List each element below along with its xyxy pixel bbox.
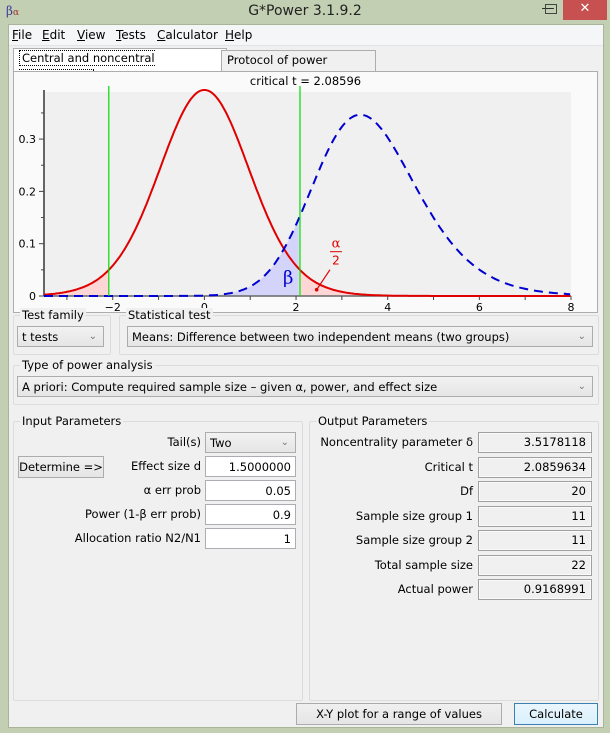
x-tick-label: 8: [568, 301, 575, 312]
output-label: Sample size group 2: [355, 533, 473, 547]
effect-size-label: Effect size d: [130, 459, 201, 473]
menu-file[interactable]: File: [12, 28, 32, 42]
alpha-label: α err prob: [143, 483, 201, 497]
statistical-test-group: Statistical test Means: Difference betwe…: [119, 308, 599, 355]
alpha-label-numerator: α: [332, 237, 341, 252]
output-label: Total sample size: [374, 557, 473, 572]
chevron-down-icon: ⌄: [577, 331, 586, 342]
output-label: Sample size group 1: [355, 508, 473, 523]
menu-edit[interactable]: Edit: [42, 28, 65, 42]
test-family-select[interactable]: t tests ⌄: [17, 326, 104, 347]
chevron-down-icon: ⌄: [577, 381, 586, 392]
alpha-pointer-dot: [314, 287, 319, 292]
x-tick-label: 6: [476, 301, 483, 312]
window-title: G*Power 3.1.9.2: [248, 3, 362, 19]
maximize-button[interactable]: [545, 4, 557, 14]
chevron-down-icon: ⌄: [88, 331, 97, 342]
beta-label: β: [283, 267, 293, 288]
power-analysis-value: A priori: Compute required sample size –…: [22, 380, 438, 394]
power-label: Power (1-β err prob): [85, 507, 201, 521]
test-family-label: Test family: [20, 308, 86, 322]
power-analysis-group: Type of power analysis A priori: Compute…: [13, 358, 599, 405]
calculate-button[interactable]: Calculate: [514, 703, 598, 725]
y-tick-label: 0.1: [19, 238, 37, 251]
power-input[interactable]: [205, 504, 296, 525]
y-tick-label: 0.3: [19, 133, 37, 146]
effect-size-input[interactable]: [205, 456, 296, 477]
xy-plot-button[interactable]: X-Y plot for a range of values: [296, 703, 502, 725]
main-window: File Edit View Tests Calculator Help Cen…: [8, 24, 604, 728]
output-label: Actual power: [397, 582, 473, 596]
test-family-group: Test family t tests ⌄: [13, 308, 111, 355]
output-label: Critical t: [424, 459, 473, 474]
input-parameters-group: Input Parameters Tail(s) Two ⌄ Determine …: [13, 414, 303, 701]
distribution-chart: 00.10.20.3−2 0 2 4 6 8βα2: [19, 86, 575, 312]
output-value: 2.0859634: [478, 456, 592, 478]
tails-value: Two: [210, 436, 232, 450]
test-family-value: t tests: [22, 330, 59, 344]
distribution-plot-panel: critical t = 2.08596 0 0.1 0.2 0.3 −2 0 2 4 6 8 β α…: [13, 71, 598, 313]
input-parameters-label: Input Parameters: [20, 414, 124, 428]
menu-calculator[interactable]: Calculator: [157, 28, 218, 42]
output-value: 11: [478, 505, 592, 527]
x-tick-label: −2: [105, 301, 121, 312]
plot-area: [44, 92, 571, 296]
title-bar: βα G*Power 3.1.9.2 — ✕: [0, 0, 610, 24]
output-value: 11: [478, 530, 592, 551]
output-value: 3.5178118: [478, 432, 592, 453]
menu-help[interactable]: Help: [225, 28, 252, 42]
menu-tests[interactable]: Tests: [116, 28, 146, 42]
output-label: Df: [460, 484, 473, 498]
menu-view[interactable]: View: [77, 28, 105, 42]
menu-bar: File Edit View Tests Calculator Help: [9, 25, 603, 46]
tails-label: Tail(s): [167, 435, 201, 449]
output-value: 20: [478, 481, 592, 502]
x-tick-label: 2: [293, 301, 300, 312]
statistical-test-value: Means: Difference between two independen…: [132, 330, 510, 344]
output-value: 22: [478, 554, 592, 576]
output-label: Noncentrality parameter δ: [320, 435, 473, 449]
tab-protocol[interactable]: Protocol of power analyses: [221, 50, 376, 86]
tails-select[interactable]: Two ⌄: [205, 432, 296, 453]
output-value: 0.9168991: [478, 579, 592, 600]
x-tick-label: 4: [384, 301, 391, 312]
power-analysis-select[interactable]: A priori: Compute required sample size –…: [17, 376, 593, 397]
y-tick-label: 0.2: [19, 185, 37, 198]
allocation-ratio-label: Allocation ratio N2/N1: [74, 531, 201, 545]
chevron-down-icon: ⌄: [280, 437, 289, 448]
close-icon: ✕: [579, 1, 591, 16]
close-button[interactable]: ✕: [563, 0, 607, 20]
alpha-label-denominator: 2: [332, 254, 340, 268]
output-parameters-label: Output Parameters: [316, 414, 430, 428]
allocation-ratio-input[interactable]: [205, 528, 296, 549]
statistical-test-label: Statistical test: [126, 308, 213, 322]
tab-distributions[interactable]: Central and noncentral distributions: [13, 48, 227, 85]
y-tick-label: 0: [29, 290, 36, 303]
alpha-input[interactable]: [205, 480, 296, 501]
statistical-test-select[interactable]: Means: Difference between two independen…: [127, 326, 593, 347]
output-parameters-group: Output Parameters Noncentrality paramete…: [309, 414, 599, 701]
power-analysis-label: Type of power analysis: [20, 358, 155, 372]
